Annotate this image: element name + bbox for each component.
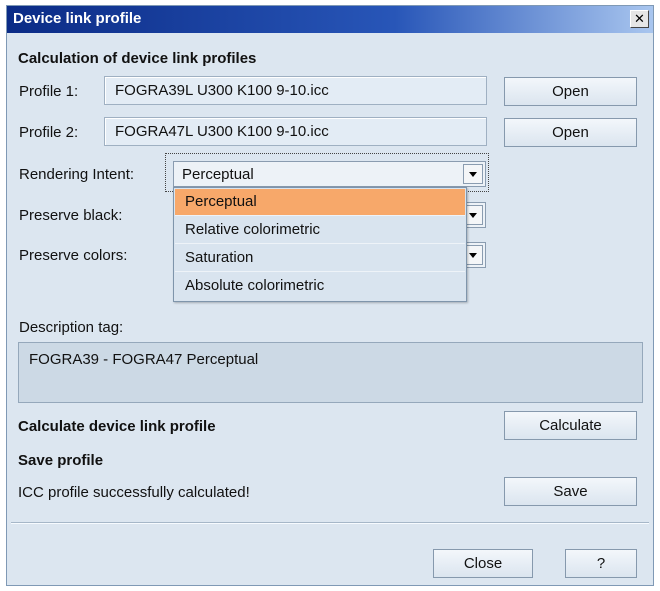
- dropdown-option-absolute-colorimetric[interactable]: Absolute colorimetric: [175, 273, 465, 300]
- calculate-heading: Calculate device link profile: [18, 418, 216, 435]
- profile1-open-button[interactable]: Open: [504, 77, 637, 106]
- footer-separator: [11, 522, 649, 524]
- profile2-field[interactable]: FOGRA47L U300 K100 9-10.icc: [104, 117, 487, 146]
- profile1-label: Profile 1:: [19, 83, 79, 100]
- help-button[interactable]: ?: [565, 549, 637, 578]
- device-link-profile-dialog: Device link profile ✕ Calculation of dev…: [6, 5, 654, 586]
- save-profile-heading: Save profile: [18, 452, 104, 469]
- close-icon[interactable]: ✕: [630, 10, 649, 28]
- rendering-intent-selected: Perceptual: [182, 166, 254, 183]
- profile1-field[interactable]: FOGRA39L U300 K100 9-10.icc: [104, 76, 487, 105]
- rendering-intent-select[interactable]: Perceptual: [173, 161, 486, 187]
- close-button[interactable]: Close: [433, 549, 533, 578]
- calc-heading: Calculation of device link profiles: [18, 50, 257, 67]
- preserve-colors-label: Preserve colors:: [19, 247, 128, 264]
- profile2-label: Profile 2:: [19, 124, 79, 141]
- dropdown-option-relative-colorimetric[interactable]: Relative colorimetric: [175, 217, 465, 244]
- status-message: ICC profile successfully calculated!: [18, 484, 250, 501]
- calculate-button[interactable]: Calculate: [504, 411, 637, 440]
- description-tag-field[interactable]: FOGRA39 - FOGRA47 Perceptual: [18, 342, 643, 403]
- dropdown-option-saturation[interactable]: Saturation: [175, 245, 465, 272]
- profile2-open-button[interactable]: Open: [504, 118, 637, 147]
- dropdown-option-perceptual[interactable]: Perceptual: [175, 189, 465, 216]
- description-tag-label: Description tag:: [19, 319, 124, 336]
- rendering-intent-dropdown-list: Perceptual Relative colorimetric Saturat…: [173, 187, 467, 302]
- window-title: Device link profile: [13, 10, 142, 27]
- title-bar[interactable]: Device link profile ✕: [7, 6, 653, 33]
- chevron-down-icon[interactable]: [463, 164, 483, 184]
- preserve-black-label: Preserve black:: [19, 207, 123, 224]
- save-button[interactable]: Save: [504, 477, 637, 506]
- rendering-intent-label: Rendering Intent:: [19, 166, 135, 183]
